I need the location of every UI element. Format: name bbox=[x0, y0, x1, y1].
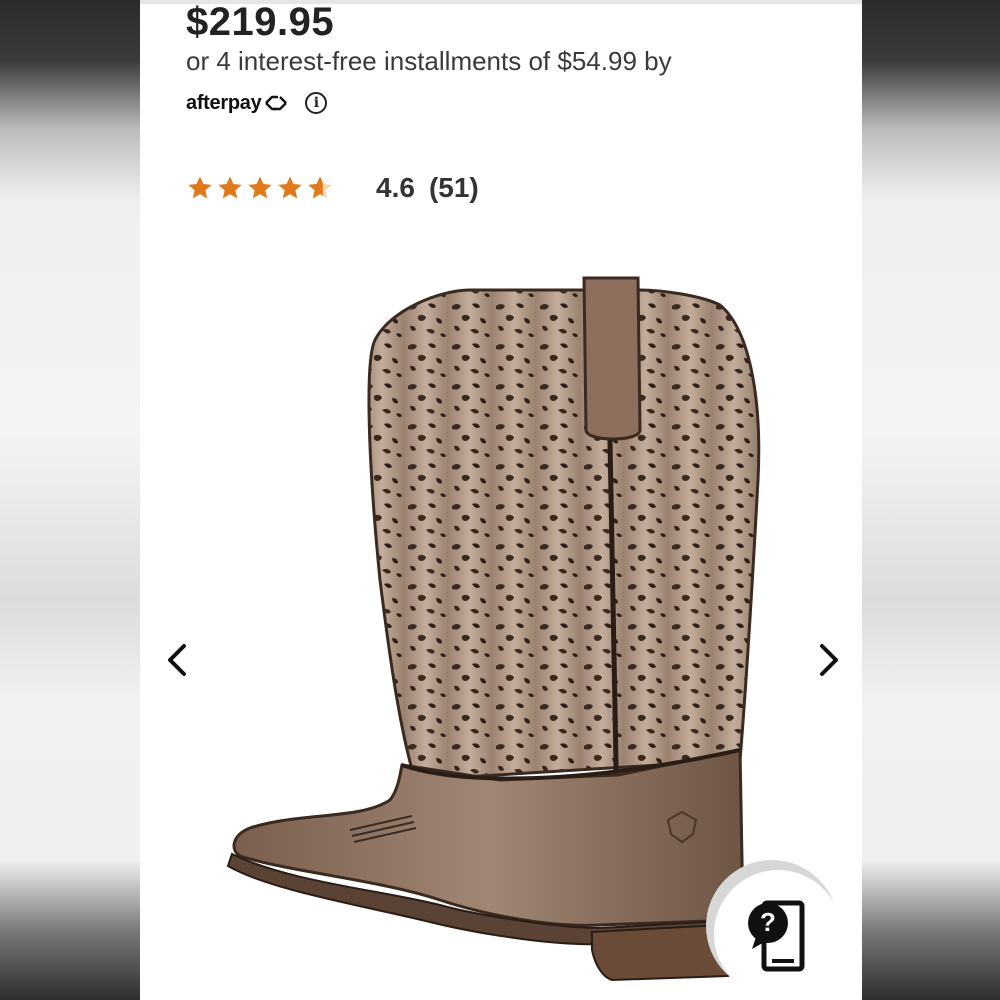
afterpay-logo[interactable]: afterpay bbox=[186, 92, 289, 115]
product-gallery[interactable]: ? bbox=[140, 260, 862, 1000]
rating-summary: 4.6 (51) bbox=[376, 172, 493, 204]
half-star-icon bbox=[308, 176, 332, 199]
rating-score: 4.6 bbox=[376, 172, 415, 203]
chevron-right-icon bbox=[820, 644, 838, 676]
help-button[interactable]: ? bbox=[714, 870, 842, 998]
star-icon bbox=[248, 176, 272, 199]
afterpay-arrows-icon bbox=[265, 95, 288, 111]
installments-text: or 4 interest-free installments of $54.9… bbox=[186, 46, 672, 76]
rating-stars bbox=[186, 174, 336, 202]
info-icon[interactable]: i bbox=[305, 92, 328, 114]
info-glyph: i bbox=[313, 95, 320, 111]
afterpay-row: afterpay i bbox=[186, 88, 328, 118]
afterpay-label: afterpay bbox=[186, 91, 262, 114]
product-panel: $219.95 or 4 interest-free installments … bbox=[140, 0, 862, 1000]
chevron-left-icon bbox=[168, 644, 186, 676]
product-price: $219.95 bbox=[186, 0, 335, 44]
help-phone-icon: ? bbox=[748, 900, 805, 972]
star-icon bbox=[218, 176, 242, 199]
help-glyph: ? bbox=[760, 907, 776, 937]
background-left bbox=[0, 0, 140, 1000]
next-image-button[interactable] bbox=[808, 640, 848, 680]
background-right bbox=[860, 0, 1000, 1000]
previous-image-button[interactable] bbox=[158, 640, 198, 680]
review-count[interactable]: (51) bbox=[429, 172, 479, 203]
star-icon bbox=[278, 176, 302, 199]
rating-row[interactable]: 4.6 (51) bbox=[186, 172, 493, 204]
star-icon bbox=[188, 176, 212, 199]
